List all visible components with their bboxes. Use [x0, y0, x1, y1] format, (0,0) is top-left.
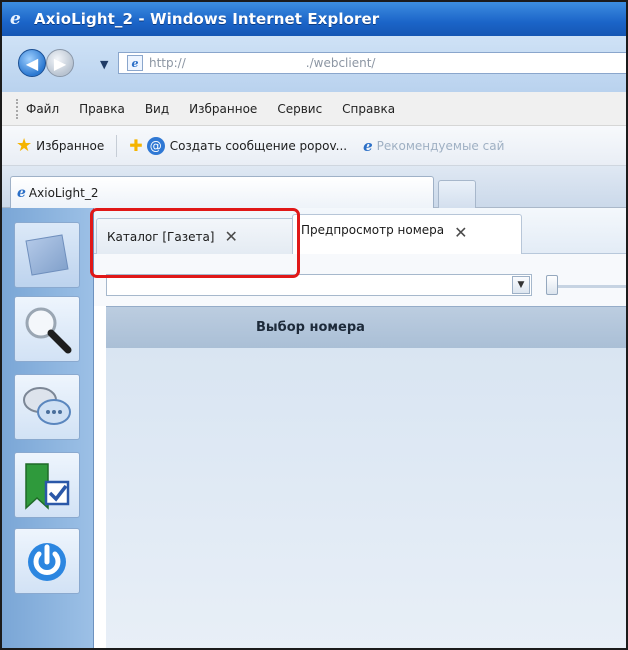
tab-catalog[interactable]: Каталог [Газета] ✕ — [96, 218, 296, 254]
chat-icon — [23, 387, 71, 425]
menu-help[interactable]: Справка — [342, 102, 395, 116]
tab-preview[interactable]: Предпросмотр номера ✕ — [292, 214, 522, 255]
toolbar-grip — [16, 98, 20, 119]
sidebar-logout-button[interactable] — [14, 528, 80, 594]
url-path: ./webclient/ — [305, 56, 376, 70]
history-dropdown-icon[interactable]: ▼ — [100, 58, 108, 71]
window-title: AxioLight_2 - Windows Internet Explorer — [34, 10, 380, 28]
forward-button[interactable]: ▶ — [46, 49, 74, 77]
chevron-down-icon[interactable]: ▼ — [512, 276, 530, 294]
browser-tab-row: e AxioLight_2 — [2, 166, 626, 208]
menu-file[interactable]: Файл — [26, 102, 59, 116]
main-panel: Каталог [Газета] ✕ Предпросмотр номера ✕… — [94, 208, 626, 648]
favorites-bar: ★ Избранное ✚ @ Создать сообщение popov.… — [2, 126, 626, 166]
sidebar-tag-button[interactable] — [14, 452, 80, 518]
favorites-button[interactable]: Избранное — [36, 139, 104, 153]
close-icon[interactable]: ✕ — [225, 227, 238, 246]
title-bar: e AxioLight_2 - Windows Internet Explore… — [2, 2, 626, 36]
browser-window: e AxioLight_2 - Windows Internet Explore… — [0, 0, 628, 650]
ie-logo-icon: e — [10, 9, 21, 29]
new-tab-button[interactable] — [438, 180, 476, 208]
sidebar-catalog-button[interactable] — [14, 222, 80, 288]
app-tab-strip: Каталог [Газета] ✕ Предпросмотр номера ✕ — [94, 208, 626, 255]
issue-list-panel — [106, 348, 626, 648]
search-icon — [25, 307, 72, 354]
sidebar-search-button[interactable] — [14, 296, 80, 362]
favorite-link-suggested[interactable]: Рекомендуемые сай — [377, 139, 505, 153]
mail-at-icon: @ — [146, 136, 165, 155]
browser-tab[interactable]: e AxioLight_2 — [10, 176, 434, 208]
menu-view[interactable]: Вид — [145, 102, 169, 116]
tab-preview-label: Предпросмотр номера — [301, 223, 445, 237]
favorite-link-create-message[interactable]: Создать сообщение popov... — [170, 139, 347, 153]
menu-tools[interactable]: Сервис — [277, 102, 322, 116]
issue-select[interactable]: ▼ — [106, 274, 532, 296]
ie-link-icon: e — [363, 136, 373, 155]
web-app: Каталог [Газета] ✕ Предпросмотр номера ✕… — [2, 208, 626, 648]
favorites-star-icon[interactable]: ★ — [16, 135, 32, 156]
url-protocol: http:// — [149, 56, 186, 70]
power-icon — [28, 543, 66, 581]
slider-track[interactable] — [546, 285, 626, 288]
tag-check-icon — [25, 463, 70, 510]
filter-row: ▼ — [94, 254, 626, 306]
address-toolbar: ◀ ▶ ▼ e http:// ./webclient/ — [2, 36, 626, 92]
back-button[interactable]: ◀ — [18, 49, 46, 77]
tab-ie-icon: e — [17, 184, 26, 201]
menu-favorites[interactable]: Избранное — [189, 102, 257, 116]
menu-edit[interactable]: Правка — [79, 102, 125, 116]
page-icon: e — [127, 55, 143, 71]
column-header[interactable]: Выбор номера — [106, 306, 626, 348]
sidebar-chat-button[interactable] — [14, 374, 80, 440]
add-favorite-icon[interactable]: ✚ — [129, 136, 142, 155]
separator — [116, 134, 118, 157]
address-input[interactable]: e http:// ./webclient/ — [118, 52, 626, 74]
menu-bar: Файл Правка Вид Избранное Сервис Справка — [2, 92, 626, 126]
app-sidebar — [2, 208, 94, 648]
folder-icon — [25, 234, 69, 276]
tab-catalog-label: Каталог [Газета] — [107, 229, 215, 244]
browser-tab-title: AxioLight_2 — [28, 185, 99, 200]
slider-thumb[interactable] — [546, 275, 558, 295]
close-icon[interactable]: ✕ — [454, 223, 467, 242]
